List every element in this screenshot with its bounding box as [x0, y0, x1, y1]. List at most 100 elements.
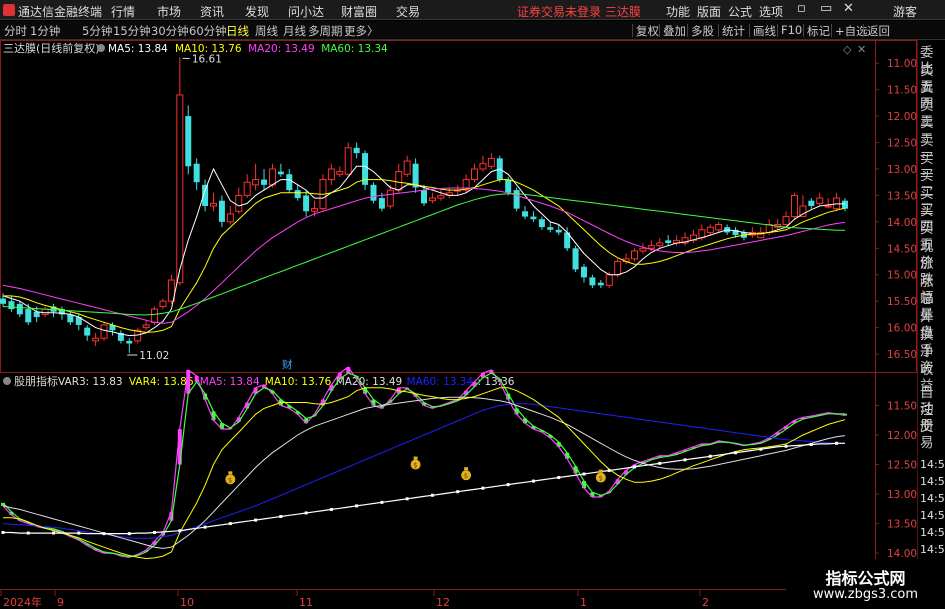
candle-body-up: [210, 202, 217, 207]
sub-dotted-point: [26, 531, 30, 535]
candle-body-up: [715, 224, 723, 231]
sub-dotted-point: [380, 500, 384, 504]
trade-label-2[interactable]: 交易: [920, 419, 945, 451]
candle-body-up: [344, 147, 352, 175]
low-price-label: 11.02: [139, 350, 169, 362]
period-tab-3[interactable]: 15分钟: [113, 23, 151, 39]
user-label[interactable]: 游客: [893, 3, 917, 20]
sub-dotted-point: [683, 458, 687, 462]
x-tick-label: 2: [702, 596, 709, 609]
candle-body-down: [8, 301, 15, 310]
candle-body-down: [261, 179, 268, 185]
period-tab-2[interactable]: 5分钟: [82, 23, 112, 39]
tick-time-3: 14:5: [920, 509, 945, 522]
menu-item-quotes[interactable]: 行情: [111, 3, 135, 20]
period-toolbar: 分时 1分钟 5分钟 15分钟 30分钟 60分钟 日线 周线 月线 多周期 更多〉 复权 叠加 多股 统计…: [0, 21, 945, 40]
period-tab-8[interactable]: 月线: [283, 23, 306, 39]
main-y-tick-label: 14.00: [887, 217, 917, 229]
menu-bar: 通达信金融终端 行情 市场 资讯 发现 问小达 财富圈 交易 证券交易未登录 三…: [0, 0, 945, 20]
toolbar-button-8[interactable]: 返回: [867, 23, 890, 39]
minimize-icon[interactable]: ▫: [797, 1, 806, 16]
menu-item-formula[interactable]: 公式: [728, 3, 752, 20]
main-y-tick-label: 16.50: [887, 349, 917, 361]
menu-item-ask[interactable]: 问小达: [288, 3, 324, 20]
sub-dotted-point: [582, 472, 586, 476]
toolbar-button-1[interactable]: 叠加: [663, 23, 686, 39]
main-y-tick-label: 16.00: [887, 323, 917, 335]
period-tab-10[interactable]: 更多〉: [344, 23, 379, 39]
toolbar-separator: [863, 24, 864, 37]
toolbar-button-0[interactable]: 复权: [636, 23, 659, 39]
sub-dotted-point: [127, 532, 131, 536]
x-tick-label: 1: [580, 596, 587, 609]
toolbar-button-2[interactable]: 多股: [691, 23, 714, 39]
sub-dotted-point: [430, 493, 434, 497]
sub-dotted-point: [329, 507, 333, 511]
candle-body-up: [706, 226, 714, 233]
candle-body-up: [151, 308, 159, 323]
sub-dotted-point: [355, 504, 359, 508]
main-ma-label-1: MA10: 13.76: [175, 43, 242, 55]
period-tab-9[interactable]: 多周期: [308, 23, 343, 39]
period-tab-7[interactable]: 周线: [255, 23, 278, 39]
menu-item-discover[interactable]: 发现: [245, 3, 269, 20]
app-title: 通达信金融终端: [18, 5, 103, 19]
x-tick-label: 12: [436, 596, 450, 609]
sub-y-tick-label: 11.50: [887, 400, 917, 412]
chart-area[interactable]: 16.50 16.00 15.50 15.00 14.50 14.00 13.50 13.00…: [0, 40, 917, 609]
money-bag-knot: [413, 456, 418, 460]
toolbar-button-3[interactable]: 统计: [722, 23, 745, 39]
sub-dotted-point: [228, 522, 232, 526]
candle-body-down: [0, 298, 6, 304]
candle-body-down: [808, 200, 815, 206]
candle-body-down: [185, 116, 192, 167]
period-tab-0[interactable]: 分时: [4, 23, 27, 39]
menu-item-news[interactable]: 资讯: [200, 3, 224, 20]
candle-body-up: [656, 242, 664, 247]
period-tab-1[interactable]: 1分钟: [30, 23, 60, 39]
toolbar-separator: [718, 24, 719, 37]
menu-item-function[interactable]: 功能: [666, 3, 690, 20]
candle-body-down: [555, 229, 562, 233]
menu-item-layout[interactable]: 版面: [697, 3, 721, 20]
candle-body-up: [142, 324, 150, 329]
x-tick-label: 2024年: [3, 595, 42, 609]
toolbar-button-4[interactable]: 画线: [753, 23, 776, 39]
watermark-url: www.zbgs3.com: [812, 587, 919, 602]
candle-body-down: [370, 184, 377, 201]
period-tab-5[interactable]: 60分钟: [189, 23, 227, 39]
candle-body-up: [437, 194, 445, 199]
menu-item-options[interactable]: 选项: [759, 3, 783, 20]
x-tick-label: 11: [299, 596, 313, 609]
menu-item-market[interactable]: 市场: [157, 3, 181, 20]
restore-icon[interactable]: ▭: [820, 1, 832, 16]
candle-body-up: [479, 163, 487, 170]
candle-body-up: [252, 179, 260, 186]
tick-time-5: 14:5: [920, 543, 945, 556]
sub-label-5: MA60: 13.34: [407, 376, 474, 388]
toolbar-button-6[interactable]: 标记: [807, 23, 830, 39]
toolbar-button-5[interactable]: F10: [781, 23, 802, 37]
candle-body-down: [530, 216, 537, 220]
app-logo-icon: [3, 4, 15, 16]
candle-body-up: [386, 189, 394, 207]
menu-item-wealth[interactable]: 财富圈: [341, 3, 377, 20]
menu-item-trade[interactable]: 交易: [396, 3, 420, 20]
candle-body-down: [665, 240, 672, 244]
toolbar-separator: [749, 24, 750, 37]
candle-body-down: [33, 311, 40, 318]
period-tab-4[interactable]: 30分钟: [151, 23, 189, 39]
period-tab-6[interactable]: 日线: [226, 23, 249, 39]
candle-body-down: [303, 195, 310, 212]
candle-body-down: [589, 277, 596, 286]
sub-ma20-line: [2, 396, 846, 549]
sub-y-tick-label: 12.00: [887, 430, 917, 442]
candle-body-up: [614, 261, 622, 276]
close-icon[interactable]: ✕: [843, 1, 854, 16]
candle-body-up: [833, 197, 841, 210]
candle-body-down: [193, 163, 200, 183]
candle-body-down: [67, 314, 74, 323]
sub-dotted-point: [405, 497, 409, 501]
main-y-tick-label: 13.00: [887, 164, 917, 176]
candle-body-up: [403, 160, 411, 175]
